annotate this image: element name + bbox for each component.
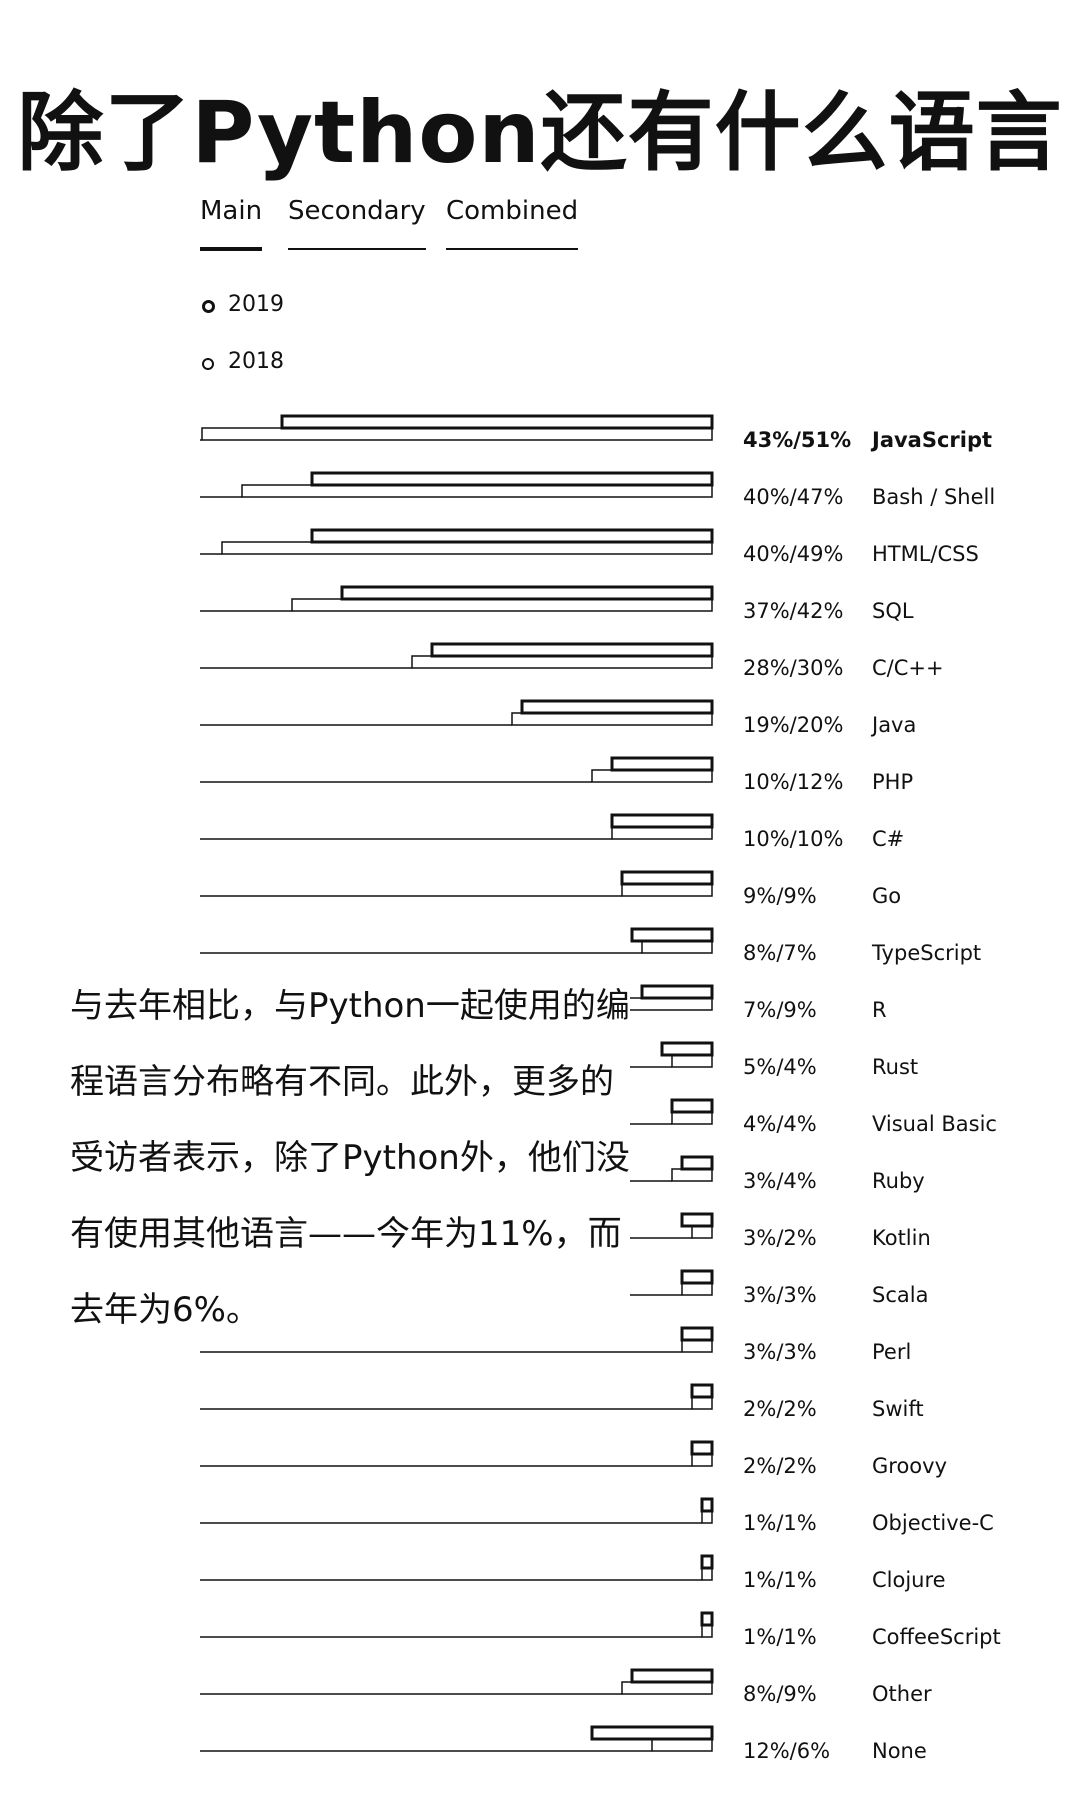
category-label: C# <box>872 827 904 851</box>
bar-2018 <box>621 883 713 897</box>
bar-2018 <box>671 1111 713 1125</box>
value-label: 10%/12% <box>743 770 843 794</box>
category-label: Go <box>872 884 901 908</box>
value-label: 1%/1% <box>743 1511 817 1535</box>
bar-2018 <box>681 1339 713 1353</box>
category-label: R <box>872 998 887 1022</box>
bar-2018 <box>241 484 713 498</box>
value-label: 28%/30% <box>743 656 843 680</box>
category-label: C/C++ <box>872 656 944 680</box>
category-label: JavaScript <box>870 428 992 452</box>
category-label: Perl <box>872 1340 911 1364</box>
value-label: 12%/6% <box>743 1739 830 1763</box>
bar-2019 <box>630 927 714 943</box>
bar-2019 <box>680 1269 714 1285</box>
value-label: 37%/42% <box>743 599 843 623</box>
bar-2019 <box>610 756 714 772</box>
bar-2019 <box>680 1326 714 1342</box>
category-label: Other <box>872 1682 932 1706</box>
bar-2018 <box>671 1054 713 1068</box>
bar-2019 <box>700 1554 714 1570</box>
bar-2019 <box>680 1155 714 1171</box>
category-label: Kotlin <box>872 1226 931 1250</box>
bar-2019 <box>660 1041 714 1057</box>
category-label: PHP <box>872 770 913 794</box>
value-label: 4%/4% <box>743 1112 817 1136</box>
value-label: 1%/1% <box>743 1625 817 1649</box>
bar-2019 <box>680 1212 714 1228</box>
bar-2019 <box>310 471 714 487</box>
bar-2018 <box>681 1282 713 1296</box>
bar-2019 <box>590 1725 714 1741</box>
category-label: HTML/CSS <box>872 542 979 566</box>
value-label: 3%/4% <box>743 1169 817 1193</box>
category-label: Groovy <box>872 1454 947 1478</box>
bar-2019 <box>630 1668 714 1684</box>
category-label: Clojure <box>872 1568 946 1592</box>
bar-2018 <box>591 769 713 783</box>
bar-2018 <box>511 712 713 726</box>
bar-2018 <box>641 940 713 954</box>
value-label: 1%/1% <box>743 1568 817 1592</box>
category-label: Objective-C <box>872 1511 994 1535</box>
value-label: 7%/9% <box>743 998 817 1022</box>
value-label: 2%/2% <box>743 1397 817 1421</box>
value-label: 10%/10% <box>743 827 843 851</box>
bar-2018 <box>411 655 713 669</box>
value-label: 3%/3% <box>743 1340 817 1364</box>
bar-2018 <box>701 1510 713 1524</box>
bar-2018 <box>701 1567 713 1581</box>
bar-2018 <box>621 997 713 1011</box>
bar-2019 <box>700 1611 714 1627</box>
category-label: Ruby <box>872 1169 925 1193</box>
value-label: 19%/20% <box>743 713 843 737</box>
bar-2019 <box>690 1440 714 1456</box>
annotation-text: 与去年相比，与Python一起使用的编程语言分布略有不同。此外，更多的受访者表示… <box>70 968 630 1348</box>
value-label: 5%/4% <box>743 1055 817 1079</box>
value-label: 43%/51% <box>743 428 851 452</box>
category-label: TypeScript <box>871 941 981 965</box>
category-label: Visual Basic <box>872 1112 997 1136</box>
bar-2019 <box>430 642 714 658</box>
bar-2019 <box>620 870 714 886</box>
bar-2018 <box>201 427 713 441</box>
bar-2018 <box>651 1738 713 1752</box>
bar-2019 <box>520 699 714 715</box>
value-label: 9%/9% <box>743 884 817 908</box>
value-label: 8%/9% <box>743 1682 817 1706</box>
bar-2018 <box>291 598 713 612</box>
category-label: Java <box>870 713 916 737</box>
category-label: Scala <box>872 1283 928 1307</box>
category-label: Bash / Shell <box>872 485 995 509</box>
bar-2018 <box>691 1396 713 1410</box>
value-label: 3%/3% <box>743 1283 817 1307</box>
bar-2019 <box>340 585 714 601</box>
bar-2019 <box>700 1497 714 1513</box>
value-label: 3%/2% <box>743 1226 817 1250</box>
bar-2019 <box>310 528 714 544</box>
category-label: SQL <box>872 599 914 623</box>
bar-2019 <box>690 1383 714 1399</box>
bar-2018 <box>671 1168 713 1182</box>
value-label: 40%/47% <box>743 485 843 509</box>
bar-2019 <box>610 813 714 829</box>
value-label: 40%/49% <box>743 542 843 566</box>
value-label: 8%/7% <box>743 941 817 965</box>
category-label: CoffeeScript <box>872 1625 1001 1649</box>
bar-2018 <box>691 1225 713 1239</box>
category-label: Rust <box>872 1055 918 1079</box>
bar-2018 <box>621 1681 713 1695</box>
category-label: Swift <box>872 1397 924 1421</box>
bar-2018 <box>691 1453 713 1467</box>
bar-2019 <box>670 1098 714 1114</box>
bar-2019 <box>280 414 714 430</box>
category-label: None <box>872 1739 927 1763</box>
value-label: 2%/2% <box>743 1454 817 1478</box>
bar-2018 <box>701 1624 713 1638</box>
bar-2018 <box>611 826 713 840</box>
bar-2018 <box>221 541 713 555</box>
bar-chart: 43%/51% JavaScript 40%/47% Bash / Shell 40%/… <box>200 414 1001 1763</box>
bar-2019 <box>640 984 714 1000</box>
